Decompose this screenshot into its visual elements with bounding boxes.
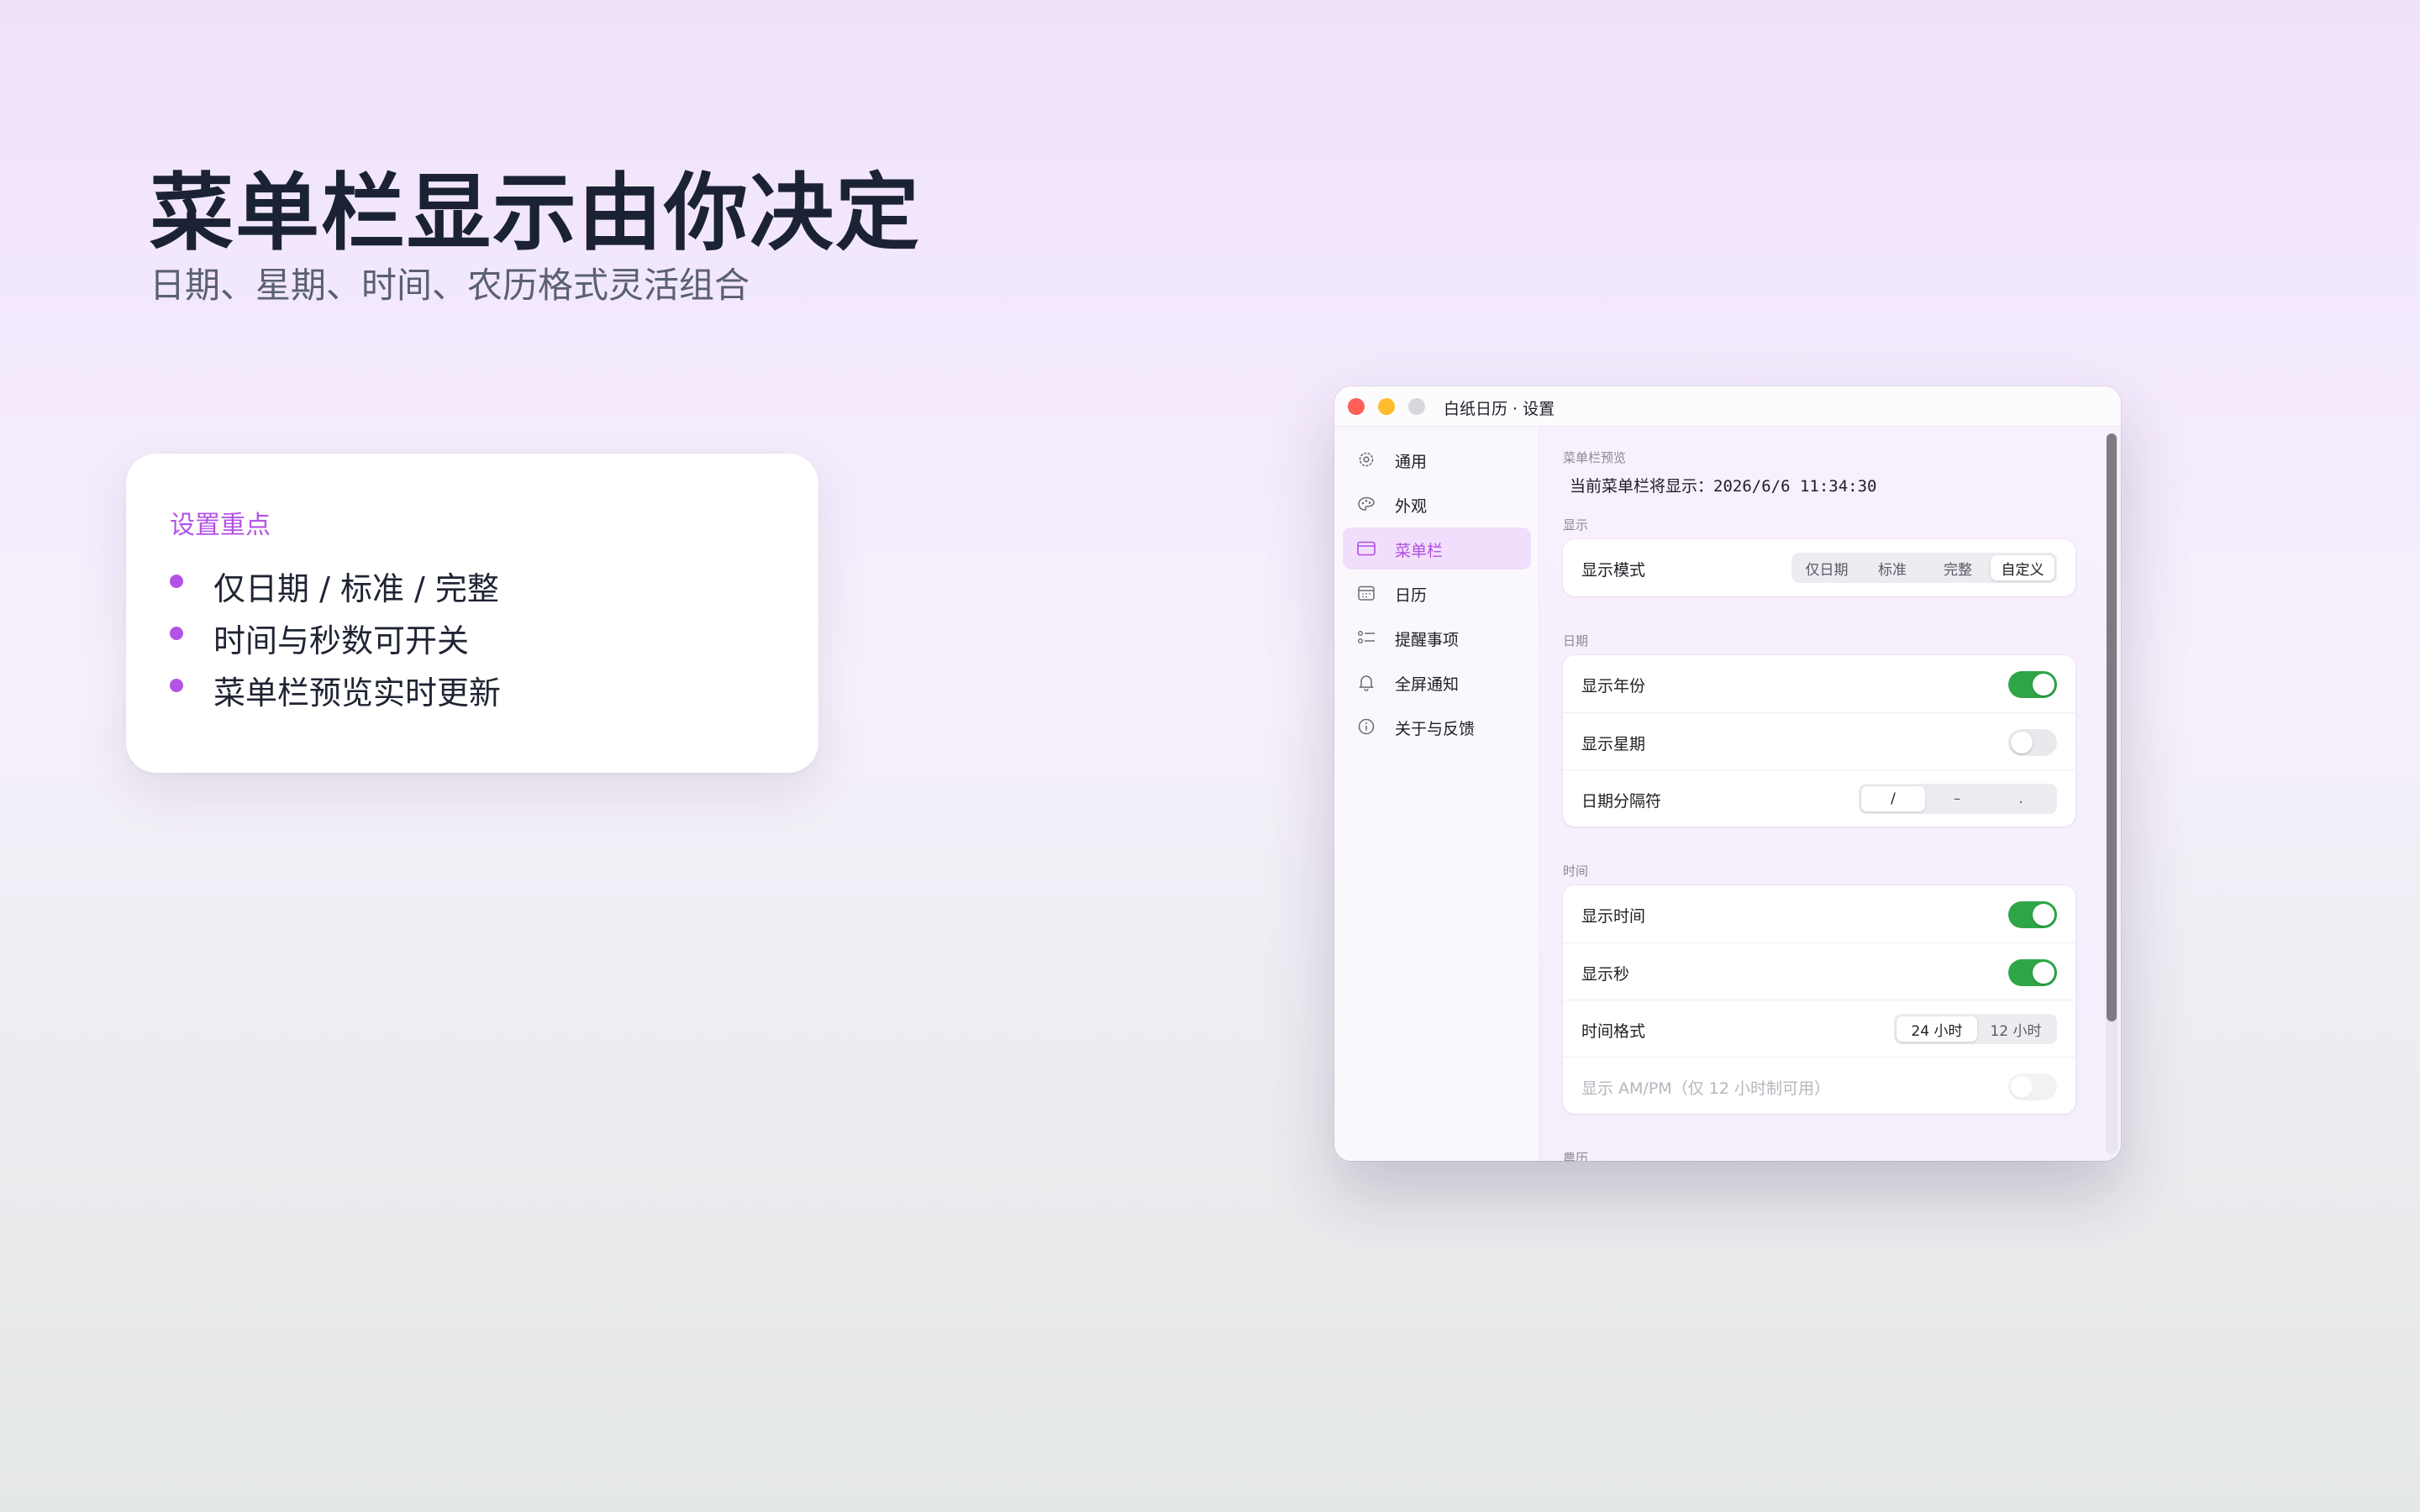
bell-icon: [1359, 675, 1374, 691]
calendar-icon: [1358, 585, 1375, 601]
show-weekday-toggle[interactable]: [2008, 729, 2057, 756]
show-year-row: 显示年份: [1563, 655, 2075, 712]
checklist-icon: [1358, 631, 1375, 643]
toggle-knob: [2033, 962, 2054, 984]
date-separator-segmented[interactable]: / – .: [1859, 784, 2057, 814]
time-format-label: 时间格式: [1581, 1022, 1646, 1041]
display-mode-row: 显示模式 仅日期 标准 完整 自定义: [1563, 539, 2075, 596]
sidebar-item-appearance[interactable]: 外观: [1343, 483, 1531, 525]
feature-item-text: 仅日期 / 标准 / 完整: [213, 570, 499, 607]
sidebar-item-calendar[interactable]: 日历: [1343, 572, 1531, 614]
sidebar-item-label: 通用: [1395, 453, 1428, 471]
palette-icon: [1358, 496, 1375, 511]
sidebar-item-menubar[interactable]: 菜单栏: [1343, 528, 1531, 570]
time-format-row: 时间格式 24 小时 12 小时: [1563, 1000, 2075, 1057]
section-label-lunar: 農历: [1563, 1151, 1589, 1161]
section-label-date: 日期: [1563, 633, 1589, 648]
title-bar[interactable]: 白纸日历 · 设置: [1334, 386, 2121, 427]
show-seconds-label: 显示秒: [1581, 965, 1630, 984]
show-year-label: 显示年份: [1581, 677, 1646, 696]
show-time-toggle[interactable]: [2008, 901, 2057, 928]
display-group: 显示模式 仅日期 标准 完整 自定义: [1563, 539, 2075, 596]
mode-option-date-only[interactable]: 仅日期: [1794, 555, 1860, 580]
close-window-button[interactable]: [1348, 398, 1365, 415]
show-time-row: 显示时间: [1563, 885, 2075, 942]
feature-item-text: 时间与秒数可开关: [213, 622, 470, 659]
toggle-knob: [2011, 732, 2033, 753]
minimize-window-button[interactable]: [1378, 398, 1395, 415]
hero-title: 菜单栏显示由你决定: [150, 164, 921, 262]
mode-option-custom[interactable]: 自定义: [1991, 555, 2054, 580]
display-mode-label: 显示模式: [1581, 561, 1646, 580]
ampm-label-text: 显示 AM/PM: [1581, 1079, 1672, 1098]
show-ampm-label: 显示 AM/PM（仅 12 小时制可用）: [1581, 1076, 1830, 1099]
feature-item: 时间与秒数可开关: [170, 612, 501, 664]
separator-option-dash[interactable]: –: [1925, 786, 1989, 811]
sidebar-item-reminders[interactable]: 提醒事项: [1343, 617, 1531, 659]
section-label-time: 时间: [1563, 864, 1589, 879]
date-group: 显示年份 显示星期 日期分隔符 / – .: [1563, 655, 2075, 827]
sidebar-item-label: 外观: [1395, 497, 1428, 516]
show-seconds-row: 显示秒: [1563, 942, 2075, 1000]
ampm-label-note: （仅 12 小时制可用）: [1671, 1079, 1830, 1098]
sidebar-item-about[interactable]: 关于与反馈: [1343, 706, 1531, 748]
menubar-preview: 当前菜单栏将显示：2026/6/6 11:34:30: [1570, 474, 1876, 496]
date-separator-label: 日期分隔符: [1581, 792, 1662, 811]
separator-option-dot[interactable]: .: [1989, 786, 2053, 811]
zoom-window-button[interactable]: [1408, 398, 1425, 415]
bullet-dot-icon: [170, 627, 183, 640]
info-icon: [1358, 718, 1375, 735]
time-format-option-12h[interactable]: 12 小时: [1977, 1016, 2054, 1042]
show-seconds-toggle[interactable]: [2008, 959, 2057, 986]
show-ampm-toggle[interactable]: [2008, 1074, 2057, 1100]
date-separator-row: 日期分隔符 / – .: [1563, 769, 2075, 827]
feature-item-text: 菜单栏预览实时更新: [213, 674, 502, 711]
scrollbar[interactable]: [2106, 433, 2118, 1154]
time-group: 显示时间 显示秒 时间格式 24 小时 12 小时 显示 AM/PM（仅 12 …: [1563, 885, 2075, 1114]
time-format-segmented[interactable]: 24 小时 12 小时: [1894, 1014, 2057, 1044]
toggle-knob: [2033, 674, 2054, 696]
feature-card: 设置重点 仅日期 / 标准 / 完整 时间与秒数可开关 菜单栏预览实时更新: [126, 454, 818, 773]
menubar-icon: [1357, 541, 1376, 556]
show-year-toggle[interactable]: [2008, 671, 2057, 698]
feature-list: 仅日期 / 标准 / 完整 时间与秒数可开关 菜单栏预览实时更新: [170, 559, 501, 716]
settings-window: 白纸日历 · 设置 通用 外观 菜单栏 日历 提醒事项 全屏通知 关于与反馈 菜…: [1334, 386, 2121, 1161]
card-title: 设置重点: [170, 511, 271, 540]
separator-option-slash[interactable]: /: [1861, 786, 1925, 811]
sidebar-item-label: 日历: [1395, 586, 1428, 605]
section-label-display: 显示: [1563, 517, 1589, 533]
settings-content[interactable]: 菜单栏预览 当前菜单栏将显示：2026/6/6 11:34:30 显示 显示模式…: [1539, 427, 2121, 1161]
mode-option-standard[interactable]: 标准: [1860, 555, 1925, 580]
show-weekday-label: 显示星期: [1581, 735, 1646, 753]
bullet-dot-icon: [170, 679, 183, 692]
window-title: 白纸日历 · 设置: [1444, 400, 1555, 418]
bullet-dot-icon: [170, 575, 183, 588]
sidebar-item-label: 提醒事项: [1395, 631, 1460, 649]
sidebar-item-general[interactable]: 通用: [1343, 438, 1531, 480]
show-weekday-row: 显示星期: [1563, 712, 2075, 769]
gear-icon: [1359, 452, 1374, 467]
display-mode-segmented[interactable]: 仅日期 标准 完整 自定义: [1791, 553, 2057, 583]
feature-item: 仅日期 / 标准 / 完整: [170, 559, 501, 612]
show-ampm-row: 显示 AM/PM（仅 12 小时制可用）: [1563, 1057, 2075, 1114]
sidebar: 通用 外观 菜单栏 日历 提醒事项 全屏通知 关于与反馈: [1334, 427, 1539, 1161]
time-format-option-24h[interactable]: 24 小时: [1897, 1016, 1977, 1042]
sidebar-item-fullscreen-notice[interactable]: 全屏通知: [1343, 661, 1531, 703]
show-time-label: 显示时间: [1581, 907, 1646, 926]
sidebar-item-label: 菜单栏: [1395, 542, 1444, 560]
hero-subtitle: 日期、星期、时间、农历格式灵活组合: [150, 265, 750, 306]
mode-option-full[interactable]: 完整: [1925, 555, 1991, 580]
scrollbar-thumb[interactable]: [2107, 433, 2117, 1021]
feature-item: 菜单栏预览实时更新: [170, 664, 501, 716]
preview-value: 2026/6/6 11:34:30: [1713, 477, 1877, 496]
sidebar-item-label: 全屏通知: [1395, 675, 1460, 694]
toggle-knob: [2011, 1076, 2033, 1098]
sidebar-item-label: 关于与反馈: [1395, 720, 1476, 738]
section-label-preview: 菜单栏预览: [1563, 450, 1627, 465]
toggle-knob: [2033, 904, 2054, 926]
preview-prefix: 当前菜单栏将显示：: [1570, 477, 1714, 496]
